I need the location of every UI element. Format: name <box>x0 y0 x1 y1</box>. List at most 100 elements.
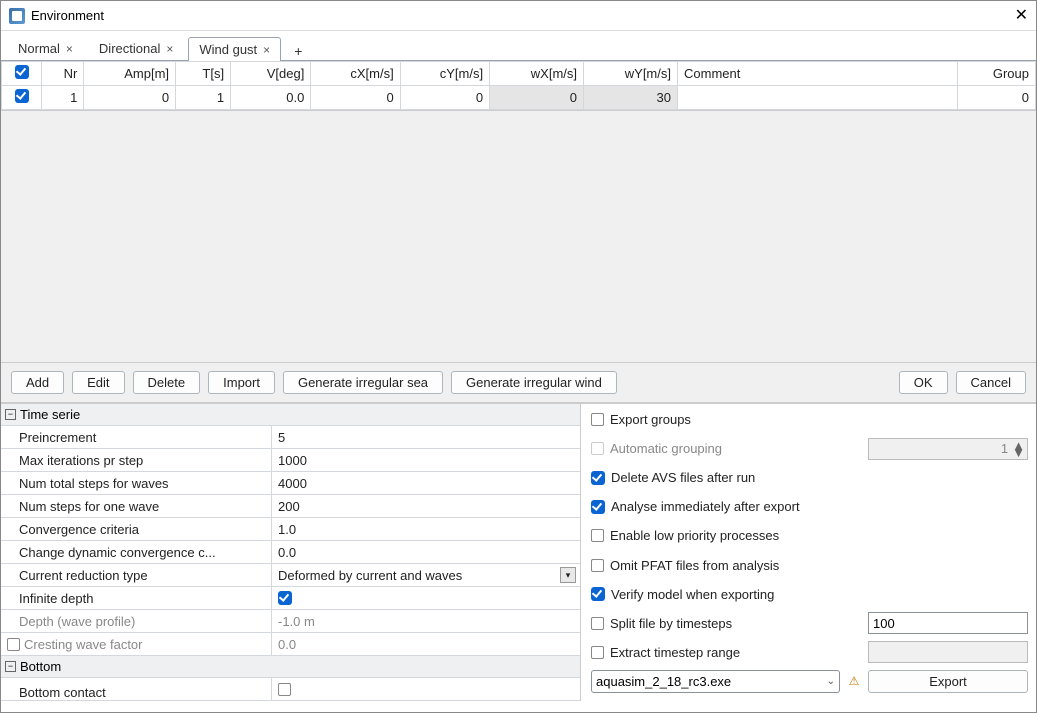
col-v[interactable]: V[deg] <box>231 62 311 86</box>
check-icon <box>15 65 29 79</box>
cell-t[interactable]: 1 <box>176 86 231 110</box>
add-button[interactable]: Add <box>11 371 64 394</box>
collapse-icon[interactable]: − <box>5 661 16 672</box>
checkbox[interactable] <box>591 500 605 514</box>
prop-value[interactable]: 200 <box>271 495 580 517</box>
opt-label: Delete AVS files after run <box>611 470 755 485</box>
import-button[interactable]: Import <box>208 371 275 394</box>
tab-strip: Normal × Directional × Wind gust × + <box>1 31 1036 61</box>
app-icon <box>9 8 25 24</box>
table-row[interactable]: 1 0 1 0.0 0 0 0 30 0 <box>2 86 1036 110</box>
window-title: Environment <box>31 8 988 23</box>
add-tab-button[interactable]: + <box>285 41 311 60</box>
group-time-serie[interactable]: − Time serie <box>1 404 580 426</box>
opt-label: Omit PFAT files from analysis <box>610 558 779 573</box>
checkbox[interactable] <box>591 646 604 659</box>
close-icon[interactable]: ✕ <box>988 8 1028 24</box>
prop-value[interactable]: 1000 <box>271 449 580 471</box>
col-group[interactable]: Group <box>958 62 1036 86</box>
environment-table: Nr Amp[m] T[s] V[deg] cX[m/s] cY[m/s] wX… <box>1 61 1036 111</box>
prop-value[interactable]: 4000 <box>271 472 580 494</box>
title-bar: Environment ✕ <box>1 1 1036 31</box>
close-tab-icon[interactable]: × <box>66 42 73 56</box>
opt-label: Automatic grouping <box>610 441 722 456</box>
col-nr[interactable]: Nr <box>42 62 84 86</box>
prop-value[interactable]: 1.0 <box>271 518 580 540</box>
delete-button[interactable]: Delete <box>133 371 201 394</box>
close-tab-icon[interactable]: × <box>166 42 173 56</box>
warning-icon: ⚠ <box>846 673 862 689</box>
cell-amp[interactable]: 0 <box>84 86 176 110</box>
opt-label: Verify model when exporting <box>611 587 774 602</box>
table-empty-area <box>1 111 1036 363</box>
prop-label: Current reduction type <box>1 568 271 583</box>
cell-v[interactable]: 0.0 <box>231 86 311 110</box>
col-check[interactable] <box>2 62 42 86</box>
cell-cy[interactable]: 0 <box>400 86 489 110</box>
opt-label: Export groups <box>610 412 691 427</box>
checkbox[interactable] <box>591 617 604 630</box>
cell-nr[interactable]: 1 <box>42 86 84 110</box>
cell-cx[interactable]: 0 <box>311 86 400 110</box>
tab-wind-gust[interactable]: Wind gust × <box>188 37 281 61</box>
col-cx[interactable]: cX[m/s] <box>311 62 400 86</box>
property-grid: − Time serie Preincrement5 Max iteration… <box>1 404 581 701</box>
close-tab-icon[interactable]: × <box>263 43 270 57</box>
prop-label: Num steps for one wave <box>1 499 271 514</box>
export-button[interactable]: Export <box>868 670 1028 693</box>
tab-label: Wind gust <box>199 42 257 57</box>
group-label: Bottom <box>20 659 61 674</box>
checkbox-empty-icon[interactable] <box>7 638 20 651</box>
prop-value-check[interactable] <box>271 587 580 609</box>
group-bottom[interactable]: − Bottom <box>1 656 580 678</box>
col-wx[interactable]: wX[m/s] <box>490 62 584 86</box>
cancel-button[interactable]: Cancel <box>956 371 1026 394</box>
tab-normal[interactable]: Normal × <box>7 36 84 60</box>
collapse-icon[interactable]: − <box>5 409 16 420</box>
split-input[interactable]: 100 <box>868 612 1028 634</box>
cell-comment[interactable] <box>678 86 958 110</box>
ok-button[interactable]: OK <box>899 371 948 394</box>
prop-value: -1.0 m <box>271 610 580 632</box>
prop-label: Num total steps for waves <box>1 476 271 491</box>
prop-value-select[interactable]: Deformed by current and waves ▾ <box>271 564 580 586</box>
col-amp[interactable]: Amp[m] <box>84 62 176 86</box>
generate-sea-button[interactable]: Generate irregular sea <box>283 371 443 394</box>
prop-label: Max iterations pr step <box>1 453 271 468</box>
checkbox <box>591 442 604 455</box>
opt-label: Split file by timesteps <box>610 616 732 631</box>
checkbox[interactable] <box>591 413 604 426</box>
cell-wy[interactable]: 30 <box>584 86 678 110</box>
checkbox[interactable] <box>591 471 605 485</box>
tab-label: Normal <box>18 41 60 56</box>
generate-wind-button[interactable]: Generate irregular wind <box>451 371 617 394</box>
edit-button[interactable]: Edit <box>72 371 124 394</box>
lower-panes: − Time serie Preincrement5 Max iteration… <box>1 403 1036 701</box>
col-comment[interactable]: Comment <box>678 62 958 86</box>
col-cy[interactable]: cY[m/s] <box>400 62 489 86</box>
select-value: Deformed by current and waves <box>278 568 462 583</box>
exe-select[interactable]: aquasim_2_18_rc3.exe ⌄ <box>591 670 840 693</box>
group-label: Time serie <box>20 407 80 422</box>
col-t[interactable]: T[s] <box>176 62 231 86</box>
check-icon <box>278 591 292 605</box>
prop-label: Cresting wave factor <box>1 637 271 652</box>
prop-label: Preincrement <box>1 430 271 445</box>
prop-label: Infinite depth <box>1 591 271 606</box>
prop-label: Depth (wave profile) <box>1 614 271 629</box>
cell-group[interactable]: 0 <box>958 86 1036 110</box>
cell-wx[interactable]: 0 <box>490 86 584 110</box>
prop-value-check[interactable] <box>271 678 580 700</box>
row-check-icon[interactable] <box>15 89 29 103</box>
extract-input <box>868 641 1028 663</box>
chevron-down-icon[interactable]: ▾ <box>560 567 576 583</box>
chevron-down-icon: ⌄ <box>827 676 835 687</box>
prop-value[interactable]: 0.0 <box>271 541 580 563</box>
col-wy[interactable]: wY[m/s] <box>584 62 678 86</box>
checkbox[interactable] <box>591 587 605 601</box>
tab-directional[interactable]: Directional × <box>88 36 184 60</box>
prop-label: Bottom contact <box>1 679 271 700</box>
checkbox[interactable] <box>591 529 604 542</box>
checkbox[interactable] <box>591 559 604 572</box>
prop-value[interactable]: 5 <box>271 426 580 448</box>
